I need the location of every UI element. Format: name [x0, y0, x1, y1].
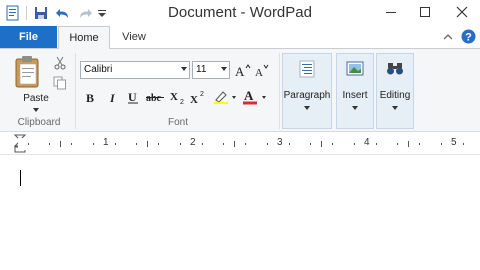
font-size-combo[interactable]: 11 — [192, 61, 230, 79]
italic-icon[interactable]: I — [106, 89, 120, 105]
font-group-label: Font — [167, 117, 188, 128]
superscript-icon[interactable]: X2 — [190, 89, 206, 105]
svg-text:B: B — [86, 91, 94, 104]
paste-button[interactable]: Paste — [10, 53, 50, 112]
svg-text:2: 2 — [200, 91, 204, 98]
ruler-number: 5 — [451, 137, 457, 148]
ruler-number: 3 — [277, 137, 283, 148]
svg-text:A: A — [244, 89, 254, 103]
binoculars-icon — [387, 63, 403, 75]
font-color-icon: A — [243, 89, 266, 105]
svg-text:2: 2 — [180, 99, 184, 104]
paragraph-label: Paragraph — [283, 90, 331, 101]
insert-button[interactable]: Insert — [336, 53, 374, 129]
tab-home[interactable]: Home — [58, 26, 110, 49]
font-family-value: Calibri — [84, 64, 113, 75]
underline-icon[interactable]: U — [126, 89, 140, 105]
svg-text:I: I — [109, 91, 116, 104]
title-bar: Document - WordPad — [0, 0, 480, 26]
copy-icon[interactable] — [52, 75, 68, 91]
chevron-down-icon — [392, 106, 398, 110]
cut-icon[interactable] — [52, 55, 68, 71]
svg-text:A: A — [255, 67, 263, 77]
tab-file[interactable]: File — [0, 26, 57, 48]
shrink-font-icon[interactable]: A — [254, 62, 272, 78]
editing-label: Editing — [379, 90, 411, 101]
picture-icon — [346, 61, 364, 76]
font-size-value: 11 — [196, 64, 207, 75]
font-family-combo[interactable]: Calibri — [80, 61, 190, 79]
bold-icon[interactable]: B — [84, 89, 98, 105]
svg-text:?: ? — [465, 32, 472, 44]
document-area[interactable] — [0, 156, 480, 270]
group-divider — [75, 53, 76, 129]
svg-text:A: A — [235, 64, 245, 77]
clipboard-group-label: Clipboard — [17, 117, 61, 128]
grow-font-icon[interactable]: A — [234, 62, 252, 78]
ribbon-controls: ? — [443, 29, 476, 44]
subscript-icon[interactable]: X2 — [170, 89, 186, 105]
strikethrough-icon[interactable]: abc — [146, 89, 166, 105]
chevron-down-icon — [221, 67, 227, 71]
paste-dropdown-icon — [33, 108, 39, 112]
ruler-number: 4 — [364, 137, 370, 148]
paste-label: Paste — [23, 93, 49, 104]
svg-text:X: X — [190, 94, 198, 104]
group-divider — [279, 53, 280, 129]
highlight-color-button[interactable] — [212, 89, 238, 105]
chevron-down-icon — [352, 106, 358, 110]
ribbon-home: Paste Clipboard Calibri 11 A A B I U abc… — [0, 48, 480, 132]
paragraph-icon — [299, 60, 315, 78]
close-button[interactable] — [444, 0, 480, 24]
ribbon-tabs: File Home View ? — [0, 26, 480, 49]
ruler-ticks — [28, 141, 464, 147]
wordpad-window: Document - WordPad File Home View ? Past… — [0, 0, 480, 270]
ruler: 1 2 3 4 5 — [0, 133, 480, 155]
chevron-down-icon — [181, 67, 187, 71]
maximize-button[interactable] — [408, 0, 442, 24]
editing-button[interactable]: Editing — [376, 53, 414, 129]
insert-label: Insert — [342, 90, 368, 101]
minimize-ribbon-icon[interactable] — [443, 33, 453, 41]
svg-text:abc: abc — [146, 93, 162, 104]
tab-view[interactable]: View — [112, 26, 156, 48]
text-caret — [20, 170, 21, 186]
minimize-button[interactable] — [374, 0, 408, 24]
ruler-scale — [18, 138, 480, 150]
svg-text:X: X — [170, 91, 178, 103]
paste-icon — [15, 56, 39, 88]
ruler-number: 1 — [103, 137, 109, 148]
svg-text:U: U — [128, 90, 137, 104]
help-icon[interactable]: ? — [461, 29, 476, 44]
highlighter-icon — [214, 91, 236, 104]
paragraph-button[interactable]: Paragraph — [282, 53, 332, 129]
ruler-number: 2 — [190, 137, 196, 148]
chevron-down-icon — [304, 106, 310, 110]
font-color-button[interactable]: A — [242, 89, 270, 105]
